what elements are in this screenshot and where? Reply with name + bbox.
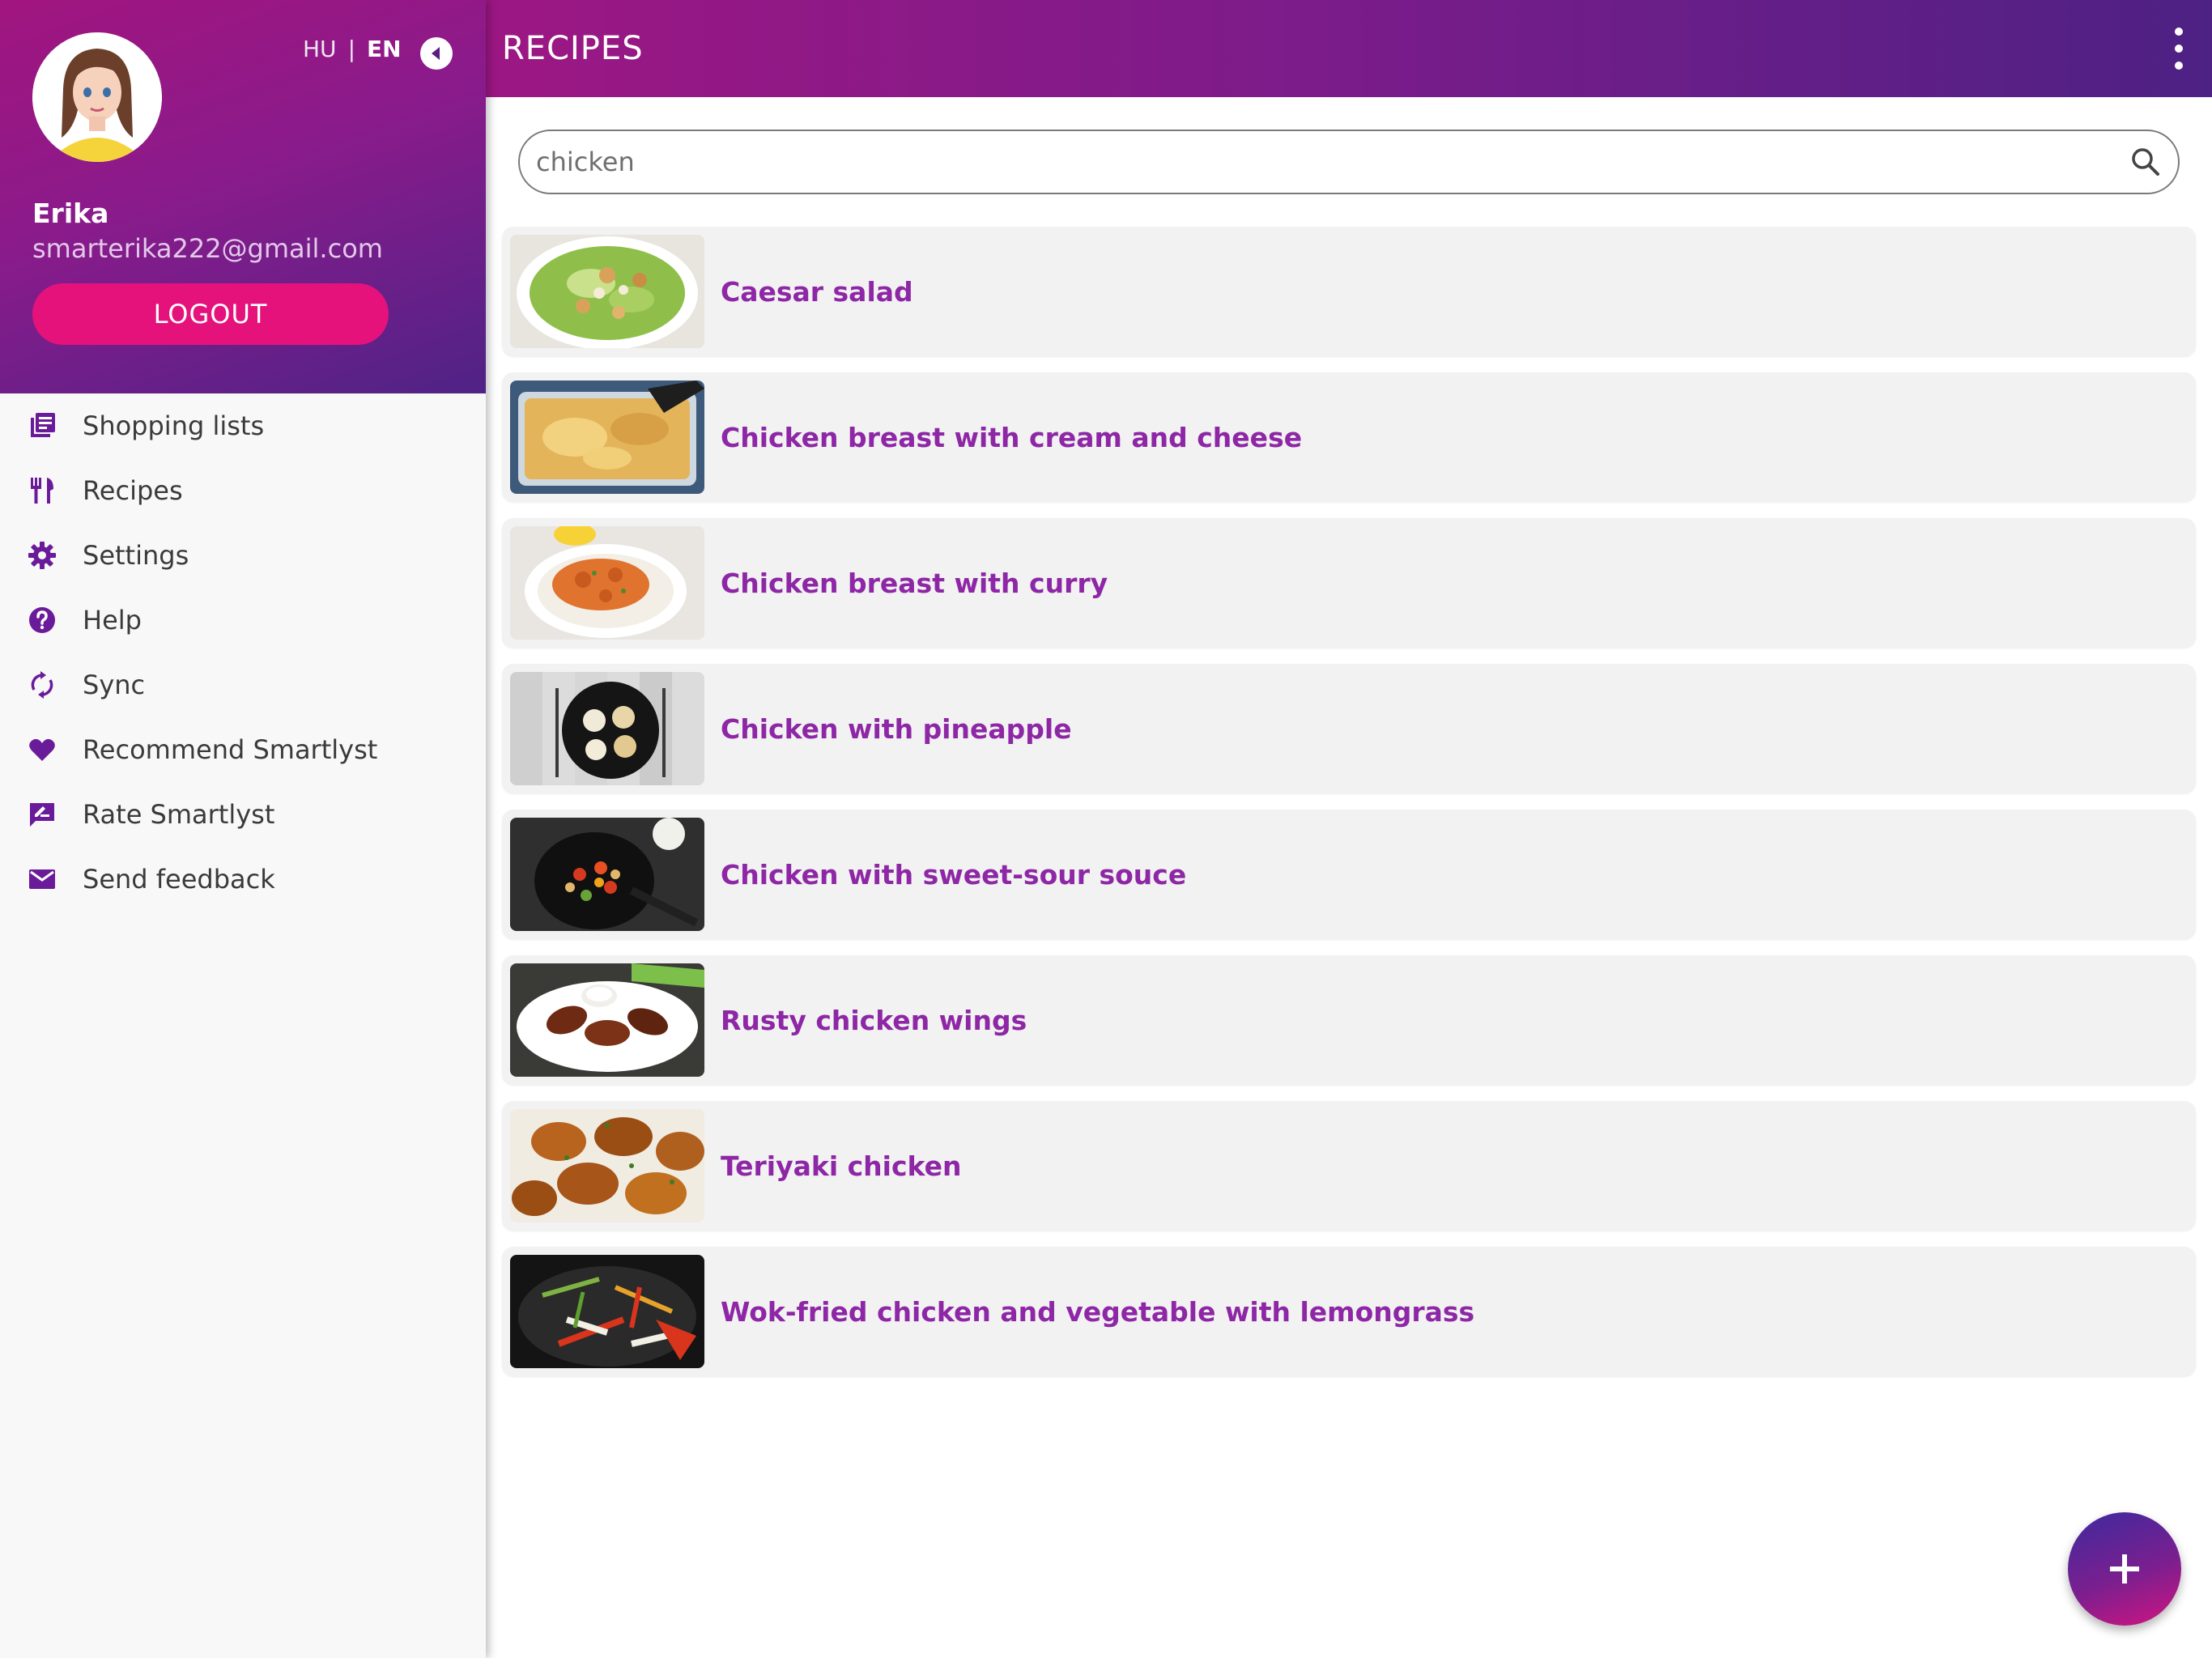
nav-label: Settings	[83, 540, 189, 571]
recipe-image	[510, 1109, 704, 1222]
nav-item-settings[interactable]: Settings	[0, 523, 486, 588]
nav-label: Help	[83, 605, 142, 636]
app-root: RECIPES HU | EN Erika smarterika222@gmai…	[0, 0, 2212, 1658]
user-name: Erika	[32, 198, 109, 229]
sync-icon	[28, 670, 57, 699]
language-switcher: HU | EN	[303, 36, 402, 62]
search-bar	[518, 130, 2180, 194]
nav-item-sync[interactable]: Sync	[0, 653, 486, 717]
user-email: smarterika222@gmail.com	[32, 233, 383, 264]
recipe-name: Rusty chicken wings	[721, 1004, 1027, 1036]
plus-icon	[2110, 1554, 2139, 1584]
language-hu[interactable]: HU	[303, 36, 337, 62]
drawer-nav: Shopping lists Recipes Settings Help Syn…	[0, 393, 486, 912]
recipe-name: Chicken breast with cream and cheese	[721, 421, 1303, 453]
utensils-icon	[28, 476, 57, 505]
recipe-name: Chicken breast with curry	[721, 567, 1108, 599]
search-icon[interactable]	[2129, 146, 2162, 178]
recipe-card[interactable]: Chicken breast with curry	[502, 518, 2196, 648]
heart-icon	[28, 735, 57, 764]
nav-item-recipes[interactable]: Recipes	[0, 458, 486, 523]
recipe-name: Caesar salad	[721, 275, 913, 308]
recipe-image	[510, 380, 704, 494]
nav-label: Recipes	[83, 475, 183, 506]
nav-item-shopping-lists[interactable]: Shopping lists	[0, 393, 486, 458]
nav-item-help[interactable]: Help	[0, 588, 486, 653]
recipe-name: Chicken with pineapple	[721, 712, 1072, 745]
recipe-card[interactable]: Chicken with sweet-sour souce	[502, 810, 2196, 939]
logout-button[interactable]: LOGOUT	[32, 283, 389, 345]
recipe-card[interactable]: Rusty chicken wings	[502, 955, 2196, 1085]
recipe-card[interactable]: Wok-fried chicken and vegetable with lem…	[502, 1247, 2196, 1376]
nav-label: Send feedback	[83, 864, 275, 895]
recipe-image	[510, 235, 704, 348]
nav-item-recommend[interactable]: Recommend Smartlyst	[0, 717, 486, 782]
chevron-left-icon[interactable]	[420, 37, 453, 70]
recipe-image	[510, 672, 704, 785]
recipe-card[interactable]: Chicken with pineapple	[502, 664, 2196, 793]
recipe-image	[510, 818, 704, 931]
recipe-image	[510, 963, 704, 1077]
more-vert-icon[interactable]	[2167, 28, 2191, 70]
rate-icon	[28, 800, 57, 829]
nav-label: Shopping lists	[83, 410, 265, 441]
help-icon	[28, 606, 57, 635]
nav-label: Recommend Smartlyst	[83, 734, 378, 765]
recipe-name: Teriyaki chicken	[721, 1150, 962, 1182]
top-app-bar: RECIPES	[486, 0, 2212, 97]
gear-icon	[28, 541, 57, 570]
add-recipe-button[interactable]	[2068, 1512, 2181, 1626]
list-icon	[28, 411, 57, 440]
search-input[interactable]	[536, 131, 2074, 193]
nav-label: Rate Smartlyst	[83, 799, 275, 830]
drawer-header: HU | EN Erika smarterika222@gmail.com LO…	[0, 0, 486, 393]
navigation-drawer: HU | EN Erika smarterika222@gmail.com LO…	[0, 0, 486, 1658]
nav-item-send-feedback[interactable]: Send feedback	[0, 847, 486, 912]
nav-item-rate[interactable]: Rate Smartlyst	[0, 782, 486, 847]
mail-icon	[28, 865, 57, 894]
recipe-image	[510, 526, 704, 640]
avatar	[32, 32, 162, 162]
recipe-card[interactable]: Chicken breast with cream and cheese	[502, 372, 2196, 502]
recipe-name: Wok-fried chicken and vegetable with lem…	[721, 1295, 1475, 1328]
language-separator: |	[347, 36, 355, 62]
page-title: RECIPES	[502, 30, 644, 67]
recipe-card[interactable]: Teriyaki chicken	[502, 1101, 2196, 1231]
language-en[interactable]: EN	[367, 36, 402, 62]
recipe-image	[510, 1255, 704, 1368]
nav-label: Sync	[83, 670, 146, 700]
recipe-name: Chicken with sweet-sour souce	[721, 858, 1187, 891]
recipe-list: Caesar salad Chicken breast with cream a…	[502, 227, 2196, 1392]
recipe-card[interactable]: Caesar salad	[502, 227, 2196, 356]
